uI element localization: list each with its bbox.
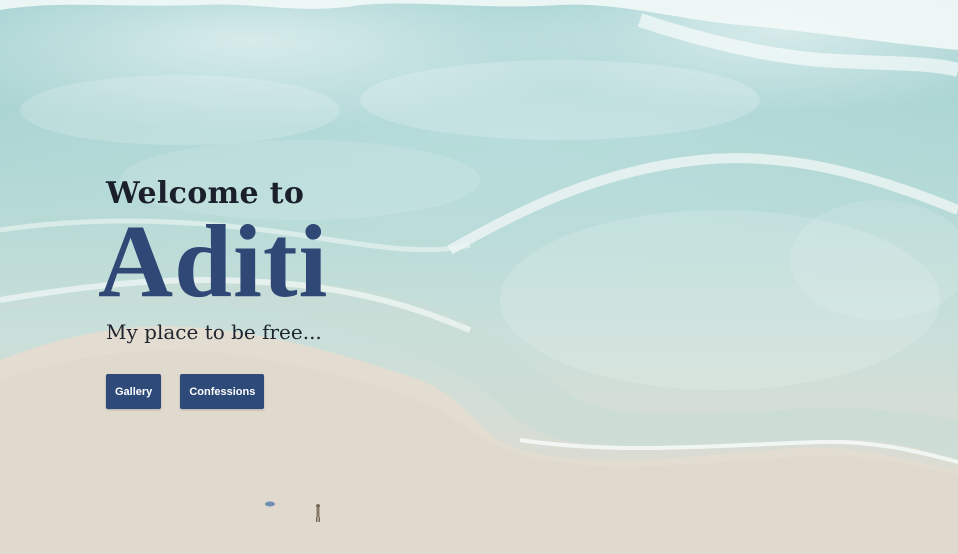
site-name-heading: Aditi <box>98 204 329 319</box>
beach-person-figure <box>316 504 320 522</box>
hero-buttons: Gallery Confessions <box>106 374 328 410</box>
gallery-button[interactable]: Gallery <box>106 374 162 410</box>
tagline-text: My place to be free... <box>106 320 322 345</box>
hero-content: Welcome to Aditi My place to be free... … <box>98 170 328 410</box>
hero-section: Welcome to Aditi My place to be free... … <box>0 0 958 554</box>
beach-umbrella-figure <box>265 501 275 507</box>
confessions-button[interactable]: Confessions <box>180 374 265 410</box>
